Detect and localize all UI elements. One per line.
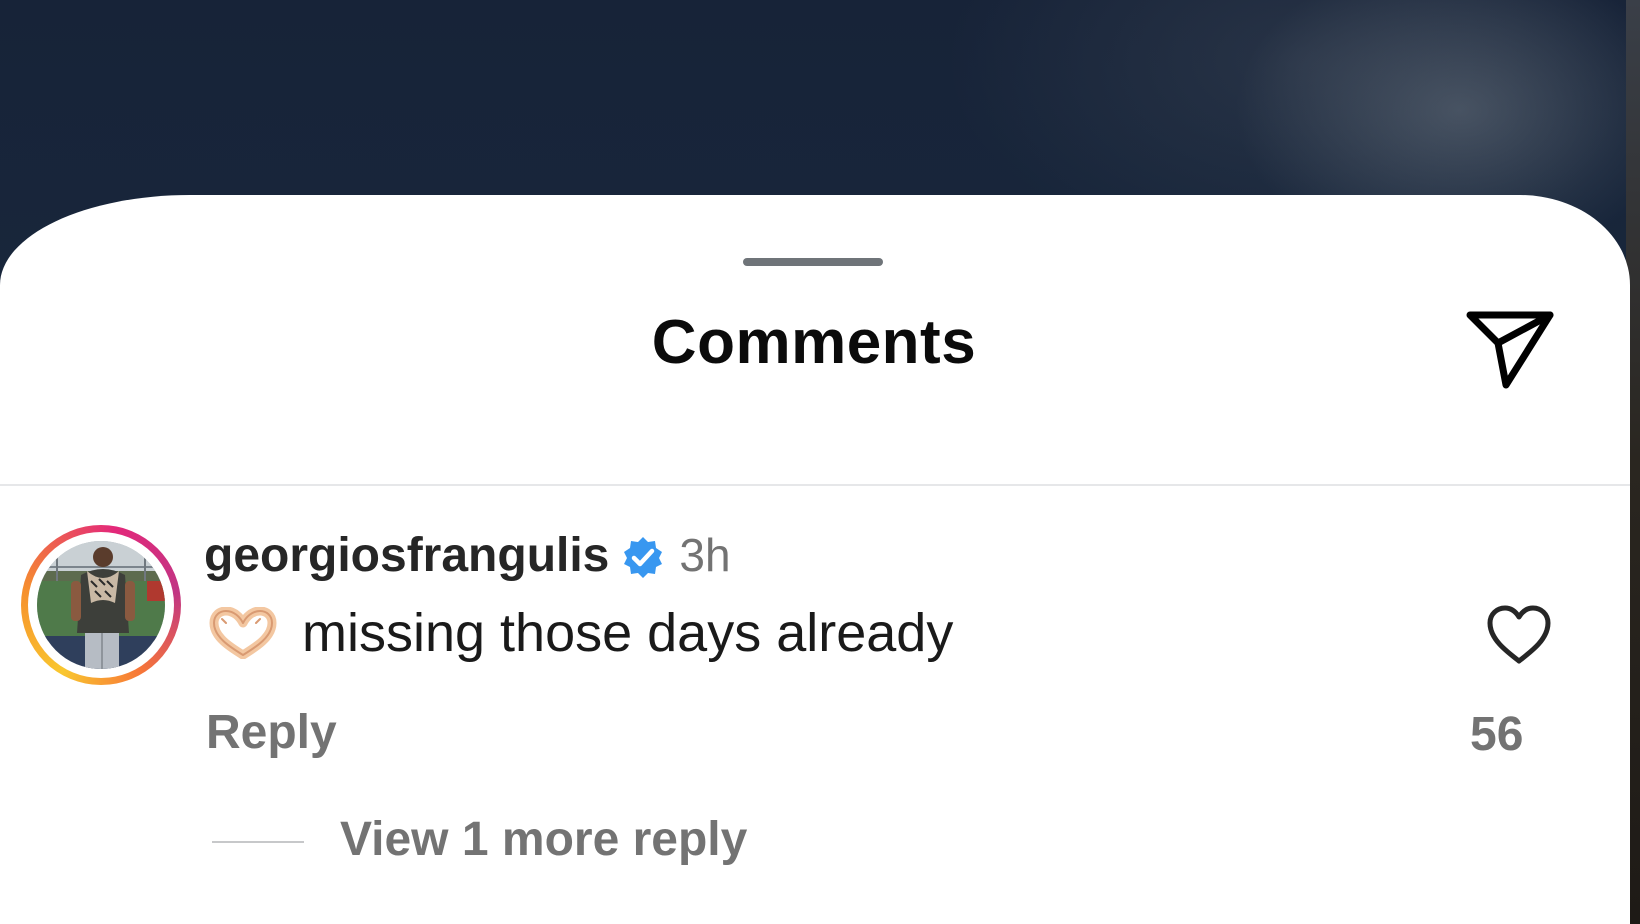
comment-username[interactable]: georgiosfrangulis (204, 528, 609, 583)
header-divider (0, 484, 1630, 486)
thread-line (212, 841, 304, 843)
comments-sheet: Comments georgiosfrangulis 3h missing th… (0, 195, 1630, 924)
heart-outline-icon (1487, 605, 1551, 664)
like-button[interactable] (1484, 603, 1554, 667)
sheet-title: Comments (651, 308, 977, 377)
heart-hands-emoji (209, 607, 277, 659)
paper-plane-icon (1466, 311, 1554, 389)
comment-header: georgiosfrangulis 3h (204, 525, 731, 585)
comment-timestamp: 3h (679, 529, 731, 581)
share-button[interactable] (1462, 305, 1558, 391)
like-count: 56 (1470, 708, 1524, 761)
comment-body: missing those days already (208, 598, 953, 668)
sheet-drag-handle[interactable] (743, 258, 883, 266)
view-replies-button[interactable]: View 1 more reply (340, 812, 747, 867)
avatar (37, 541, 165, 669)
comment-text: missing those days already (302, 603, 954, 663)
verified-badge-icon (624, 537, 663, 578)
avatar-story-ring[interactable] (21, 525, 181, 685)
reply-button[interactable]: Reply (206, 705, 337, 760)
